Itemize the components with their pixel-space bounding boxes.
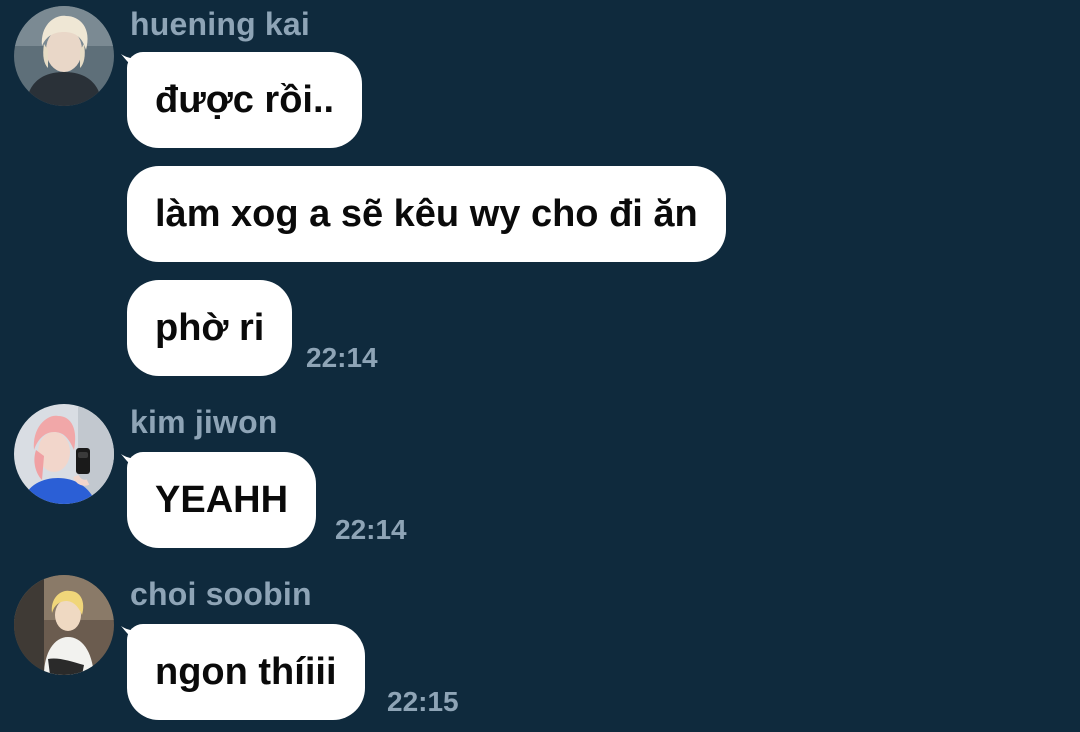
avatar-choi-soobin[interactable] (14, 575, 114, 675)
message-bubble[interactable]: làm xog a sẽ kêu wy cho đi ăn (127, 166, 726, 262)
message-bubble[interactable]: ngon thíiii (127, 624, 365, 720)
avatar-photo-kim-jiwon (14, 404, 114, 504)
sender-name: choi soobin (130, 576, 312, 612)
message-timestamp: 22:14 (335, 514, 407, 545)
message-text: ngon thíiii (155, 650, 337, 693)
message-bubble[interactable]: được rồi.. (127, 52, 363, 148)
sender-name: huening kai (130, 6, 310, 42)
message-text: được rồi.. (155, 78, 335, 121)
avatar-huening-kai[interactable] (14, 6, 114, 106)
message-text: YEAHH (155, 478, 289, 521)
message-timestamp: 22:15 (387, 686, 459, 717)
message-text: phờ ri (155, 306, 265, 349)
avatar-kim-jiwon[interactable] (14, 404, 114, 504)
avatar-photo-huening-kai (14, 6, 114, 106)
message-text: làm xog a sẽ kêu wy cho đi ăn (155, 192, 698, 235)
avatar-photo-choi-soobin (14, 575, 114, 675)
sender-name: kim jiwon (130, 404, 278, 440)
message-bubble[interactable]: YEAHH (127, 452, 317, 548)
message-bubble[interactable]: phờ ri (127, 280, 293, 376)
message-timestamp: 22:14 (306, 342, 378, 373)
